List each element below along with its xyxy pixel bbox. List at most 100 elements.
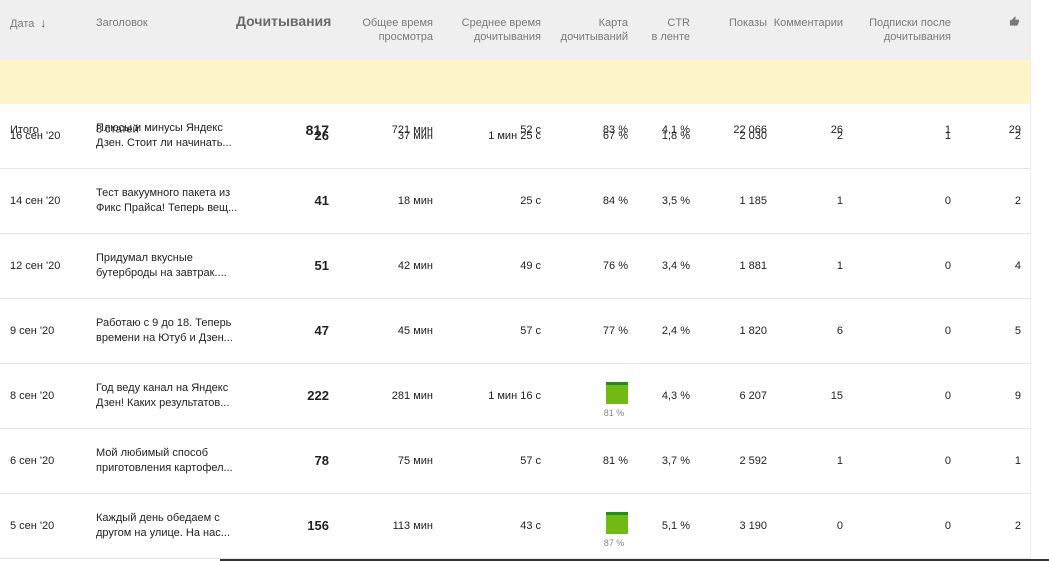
column-header-title[interactable]: Заголовок bbox=[96, 16, 246, 30]
column-header-total-time[interactable]: Общее время просмотра bbox=[350, 16, 433, 44]
row-title-line1: Год веду канал на Яндекс bbox=[96, 382, 229, 394]
row-title-link[interactable]: Работаю с 9 до 18. Теперь времени на Ютуб… bbox=[96, 316, 246, 346]
row-avg-time: 43 с bbox=[520, 520, 541, 532]
row-avg-time: 57 с bbox=[520, 455, 541, 467]
column-header-read-map-line2: дочитываний bbox=[560, 31, 628, 43]
row-likes: 5 bbox=[1014, 325, 1021, 337]
row-read-map: 87 % bbox=[603, 538, 625, 548]
column-header-subscriptions-line1: Подписки после bbox=[869, 17, 951, 29]
column-header-date-label: Дата bbox=[10, 18, 35, 30]
read-map-bar[interactable] bbox=[606, 512, 628, 534]
row-avg-time: 1 мин 16 с bbox=[488, 390, 541, 402]
row-reads: 51 bbox=[314, 258, 329, 273]
row-comments: 15 bbox=[830, 390, 843, 402]
row-read-map: 77 % bbox=[602, 325, 628, 337]
row-shows: 2 592 bbox=[739, 455, 767, 467]
row-comments: 6 bbox=[836, 325, 843, 337]
sort-down-arrow-icon[interactable]: ↓ bbox=[40, 16, 46, 30]
row-title-line2: времени на Ютуб и Дзен... bbox=[96, 332, 233, 344]
row-read-map: 84 % bbox=[602, 195, 628, 207]
row-total-time: 18 мин bbox=[397, 195, 433, 207]
row-title-line2: приготовления картофел... bbox=[96, 462, 233, 474]
row-likes: 2 bbox=[1014, 130, 1021, 142]
row-subscriptions: 0 bbox=[944, 260, 951, 272]
table-row[interactable]: 6 сен '20 Мой любимый способ приготовлени… bbox=[0, 429, 1031, 494]
row-shows: 1 820 bbox=[739, 325, 767, 337]
vertical-scrollbar[interactable] bbox=[1030, 0, 1049, 561]
column-header-ctr[interactable]: CTR в ленте bbox=[640, 16, 690, 44]
row-date: 9 сен '20 bbox=[10, 325, 55, 337]
row-reads: 47 bbox=[314, 323, 329, 338]
column-header-likes[interactable] bbox=[1000, 16, 1020, 31]
row-ctr: 3,7 % bbox=[661, 455, 690, 467]
row-title-link[interactable]: Год веду канал на Яндекс Дзен! Каких резу… bbox=[96, 381, 246, 411]
column-header-subscriptions-line2: дочитывания bbox=[883, 31, 951, 43]
row-shows: 1 185 bbox=[739, 195, 767, 207]
column-header-ctr-line1: CTR bbox=[667, 17, 690, 29]
table-row[interactable]: 5 сен '20 Каждый день обедаем с другом на… bbox=[0, 494, 1031, 559]
row-reads: 41 bbox=[314, 193, 329, 208]
table-row[interactable]: 16 сен '20 Плюсы и минусы Яндекс Дзен. Ст… bbox=[0, 104, 1031, 169]
row-title-line1: Мой любимый способ bbox=[96, 447, 209, 459]
table-row[interactable]: 9 сен '20 Работаю с 9 до 18. Теперь време… bbox=[0, 299, 1031, 364]
column-header-comments[interactable]: Комментарии bbox=[770, 16, 843, 30]
row-total-time: 37 мин bbox=[397, 130, 433, 142]
row-title-line1: Работаю с 9 до 18. Теперь bbox=[96, 317, 232, 329]
column-header-avg-time[interactable]: Среднее время дочитывания bbox=[450, 16, 541, 44]
row-subscriptions: 0 bbox=[944, 520, 951, 532]
row-avg-time: 49 с bbox=[520, 260, 541, 272]
row-shows: 2 030 bbox=[739, 130, 767, 142]
stats-page: Дата ↓ Заголовок Дочитывания Общее время … bbox=[0, 0, 1049, 561]
row-avg-time: 25 с bbox=[520, 195, 541, 207]
row-read-map: 81 % bbox=[603, 408, 625, 418]
row-subscriptions: 0 bbox=[944, 325, 951, 337]
row-title-link[interactable]: Тест вакуумного пакета из Фикс Прайса! Те… bbox=[96, 186, 246, 216]
thumbs-up-icon bbox=[1009, 16, 1020, 30]
row-title-link[interactable]: Плюсы и минусы Яндекс Дзен. Стоит ли начи… bbox=[96, 121, 246, 151]
row-title-link[interactable]: Мой любимый способ приготовления картофел… bbox=[96, 446, 246, 476]
table-row[interactable]: 14 сен '20 Тест вакуумного пакета из Фикс… bbox=[0, 169, 1031, 234]
row-title-line2: Дзен! Каких результатов... bbox=[96, 397, 230, 409]
column-header-reads[interactable]: Дочитывания bbox=[236, 14, 331, 28]
row-title-line1: Каждый день обедаем с bbox=[96, 512, 220, 524]
row-likes: 1 bbox=[1014, 455, 1021, 467]
row-read-map: 67 % bbox=[602, 130, 628, 142]
row-comments: 2 bbox=[836, 130, 843, 142]
row-title-line2: Фикс Прайса! Теперь вещ... bbox=[96, 202, 238, 214]
row-title-link[interactable]: Придумал вкусные бутерброды на завтрак...… bbox=[96, 251, 246, 281]
table-row[interactable]: 8 сен '20 Год веду канал на Яндекс Дзен! … bbox=[0, 364, 1031, 429]
row-ctr: 5,1 % bbox=[661, 520, 690, 532]
row-title-line1: Придумал вкусные bbox=[96, 252, 193, 264]
row-total-time: 45 мин bbox=[397, 325, 433, 337]
row-title-line1: Плюсы и минусы Яндекс bbox=[96, 122, 223, 134]
table-row[interactable]: 12 сен '20 Придумал вкусные бутерброды на… bbox=[0, 234, 1031, 299]
row-total-time: 281 мин bbox=[391, 390, 433, 402]
row-likes: 2 bbox=[1014, 520, 1021, 532]
column-header-subscriptions[interactable]: Подписки после дочитывания bbox=[860, 16, 951, 44]
row-total-time: 42 мин bbox=[397, 260, 433, 272]
row-date: 8 сен '20 bbox=[10, 390, 55, 402]
row-shows: 3 190 bbox=[739, 520, 767, 532]
row-comments: 1 bbox=[836, 455, 843, 467]
row-shows: 6 207 bbox=[739, 390, 767, 402]
row-likes: 2 bbox=[1014, 195, 1021, 207]
row-title-line2: другом на улице. На нас... bbox=[96, 527, 230, 539]
row-title-line2: бутерброды на завтрак.... bbox=[96, 267, 227, 279]
row-date: 6 сен '20 bbox=[10, 455, 55, 467]
row-title-link[interactable]: Каждый день обедаем с другом на улице. На… bbox=[96, 511, 246, 541]
row-comments: 1 bbox=[836, 195, 843, 207]
row-date: 5 сен '20 bbox=[10, 520, 55, 532]
column-header-date[interactable]: Дата ↓ bbox=[10, 16, 80, 31]
column-header-shows[interactable]: Показы bbox=[700, 16, 767, 30]
row-ctr: 4,3 % bbox=[661, 390, 690, 402]
row-subscriptions: 0 bbox=[944, 455, 951, 467]
column-header-read-map[interactable]: Карта дочитываний bbox=[555, 16, 628, 44]
row-ctr: 1,8 % bbox=[661, 130, 690, 142]
row-likes: 4 bbox=[1014, 260, 1021, 272]
column-header-avg-time-line2: дочитывания bbox=[473, 31, 541, 43]
read-map-bar[interactable] bbox=[606, 382, 628, 404]
row-comments: 0 bbox=[836, 520, 843, 532]
row-read-map: 81 % bbox=[602, 455, 628, 467]
articles-stats-table: Дата ↓ Заголовок Дочитывания Общее время … bbox=[0, 0, 1031, 559]
row-date: 12 сен '20 bbox=[10, 260, 61, 272]
